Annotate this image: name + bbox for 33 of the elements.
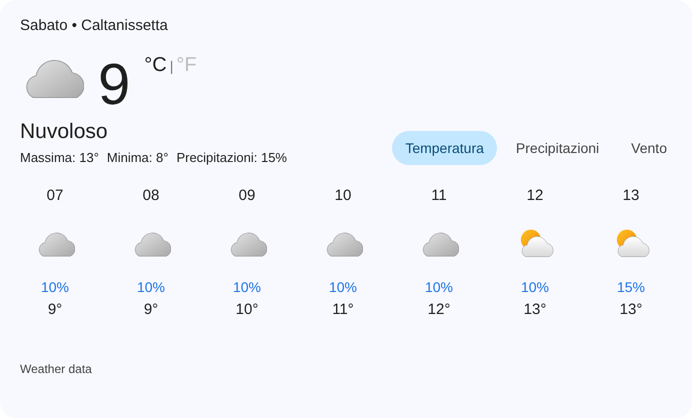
detail-text: Minima: 8° (106, 150, 168, 165)
hour-temperature: 11° (332, 301, 354, 318)
hour-label: 10 (334, 187, 352, 206)
hour-temperature: 10° (236, 301, 258, 318)
hour-temperature: 9° (144, 301, 158, 318)
day-location: Sabato • Caltanissetta (20, 17, 169, 34)
precipitation: 10% (520, 279, 550, 295)
precipitation: 10% (328, 279, 358, 295)
hour-temperature: 13° (524, 301, 546, 318)
detail-text: Massima: 13° (20, 150, 99, 165)
precipitation: 15% (616, 279, 646, 295)
tab[interactable]: Vento (618, 131, 680, 165)
precipitation: 10% (424, 279, 454, 295)
hour-temperature: 13° (620, 301, 642, 318)
hour-label: 12 (526, 187, 544, 206)
precipitation: 10% (40, 279, 70, 295)
footer-text: Weather data (20, 362, 93, 376)
precipitation: 10% (136, 279, 166, 295)
tab[interactable]: Temperatura (392, 131, 497, 165)
hour-label: 13 (622, 187, 640, 206)
hour-label: 09 (238, 187, 256, 206)
unit-toggle[interactable]: °C (144, 54, 167, 77)
hour-label: 11 (431, 187, 447, 206)
unit-separator: | (170, 58, 174, 74)
hour-label: 08 (142, 187, 160, 206)
tab[interactable]: Precipitazioni (502, 131, 612, 165)
condition: Nuvoloso (20, 120, 109, 144)
detail-text: Precipitazioni: 15% (176, 150, 287, 165)
hour-temperature: 12° (428, 301, 450, 318)
precipitation: 10% (232, 279, 262, 295)
hour-label: 07 (46, 187, 64, 206)
current-temperature: 9 (98, 56, 130, 114)
hour-temperature: 9° (48, 301, 62, 318)
